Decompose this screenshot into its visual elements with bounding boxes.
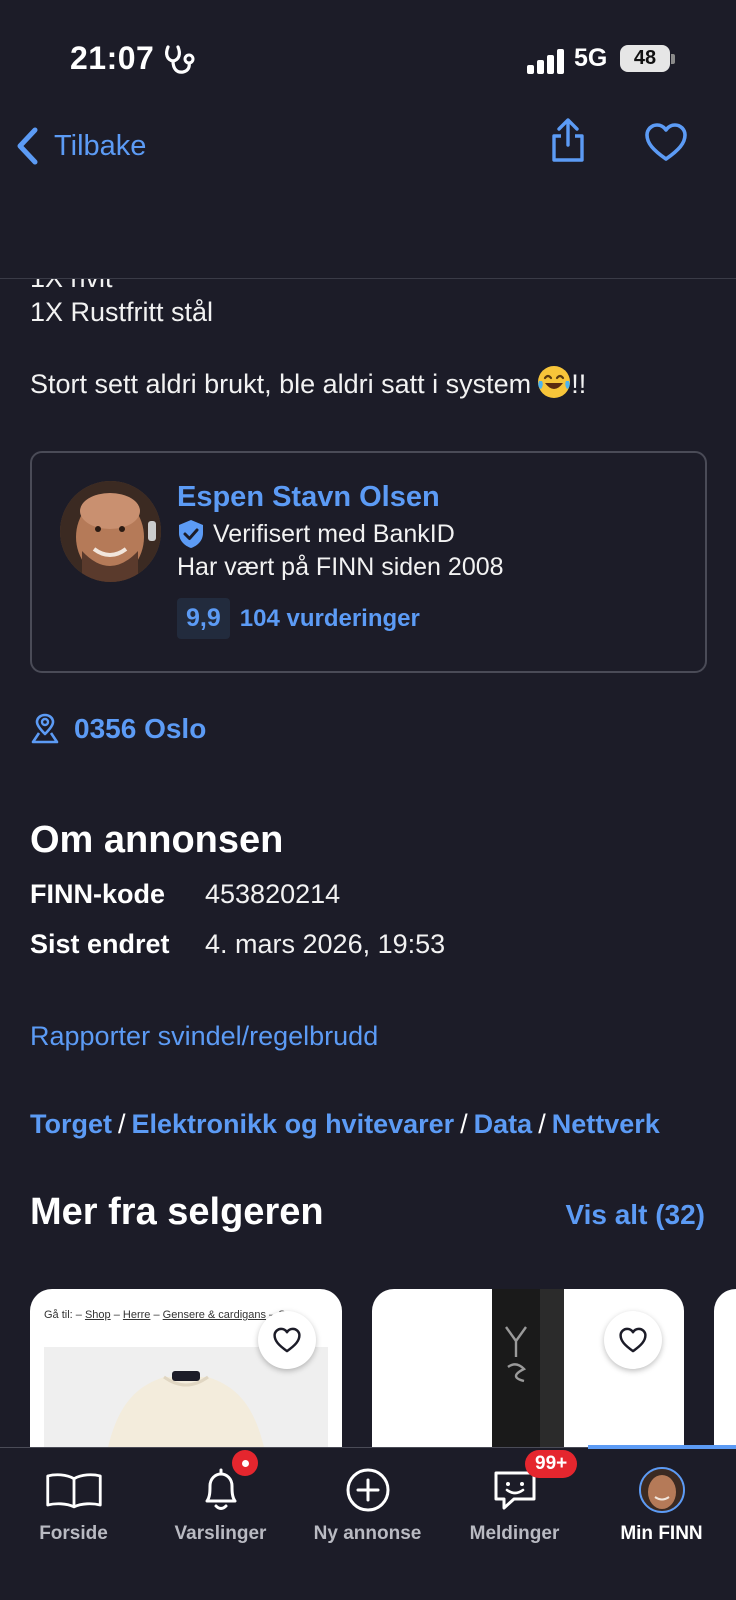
perfume-image [492,1289,564,1447]
seller-name[interactable]: Espen Stavn Olsen [177,481,440,514]
card-favorite-button[interactable] [604,1311,662,1369]
avatar-icon [632,1462,692,1518]
ad-content: 1X hvit 1X Rustfritt stål Stort sett ald… [0,279,736,1447]
stethoscope-icon [165,45,195,74]
tab-min-finn[interactable]: Min FINN [588,1448,735,1558]
share-icon [552,118,584,162]
breadcrumb-item[interactable]: Torget [30,1109,112,1139]
listing-card[interactable]: Gå til: – Shop – Herre – Gensere & cardi… [30,1289,342,1447]
breadcrumb-separator: / [538,1109,546,1139]
last-changed-value: 4. mars 2026, 19:53 [205,929,446,959]
tab-bar: Forside Varslinger Ny annonse 99+ Meldin… [0,1445,736,1600]
listing-card-peek[interactable] [714,1289,736,1447]
breadcrumb-separator: / [118,1109,126,1139]
seller-avatar [60,481,161,582]
see-all-link[interactable]: Vis alt (32) [565,1199,705,1231]
more-from-seller-title: Mer fra selgeren [30,1191,324,1233]
tab-label: Forside [39,1523,108,1544]
tab-label: Ny annonse [313,1523,422,1544]
message-count-badge: 99+ [525,1450,578,1478]
tab-label: Meldinger [469,1523,560,1544]
back-button[interactable]: Tilbake [14,121,146,171]
rating-score: 9,9 [177,598,230,639]
nav-bar: Tilbake [0,115,736,279]
battery-icon: 48 [620,45,670,72]
status-bar: 21:07 5G 48 [0,0,736,115]
member-since: Har vært på FINN siden 2008 [177,553,504,581]
seller-rating[interactable]: 9,9 104 vurderinger [177,598,420,639]
description-suffix: !! [571,369,587,399]
notification-badge [232,1450,258,1476]
battery-tip [671,54,675,64]
map-pin-icon [31,713,59,744]
status-time: 21:07 [70,40,155,76]
tab-label: Varslinger [174,1523,267,1544]
tab-label: Min FINN [620,1523,703,1544]
verified-shield-icon [179,520,203,548]
tab-ny-annonse[interactable]: Ny annonse [294,1448,441,1558]
report-fraud-link[interactable]: Rapporter svindel/regelbrudd [30,1021,378,1052]
finn-code-value: 453820214 [205,879,341,909]
about-title: Om annonsen [30,819,284,861]
back-label: Tilbake [54,129,147,162]
signal-icon [527,48,565,74]
breadcrumb-item[interactable]: Data [474,1109,533,1139]
breadcrumb-separator: / [460,1109,468,1139]
plus-circle-icon [338,1462,398,1518]
share-button[interactable] [548,115,588,170]
laughing-emoji-icon [538,366,571,398]
description-text: Stort sett aldri brukt, ble aldri satt i… [30,369,532,399]
favorite-button[interactable] [643,121,689,168]
last-changed-label: Sist endret [30,929,170,959]
breadcrumb-item[interactable]: Elektronikk og hvitevarer [132,1109,455,1139]
seller-card[interactable]: Espen Stavn Olsen Verifisert med BankID … [30,451,707,673]
location-link[interactable]: 0356 Oslo [30,713,206,745]
description-line: Stort sett aldri brukt, ble aldri satt i… [30,365,586,400]
location-text: 0356 Oslo [74,713,207,744]
tab-varslinger[interactable]: Varslinger [147,1448,294,1558]
tab-forside[interactable]: Forside [0,1448,147,1558]
breadcrumb-item[interactable]: Nettverk [552,1109,660,1139]
tab-meldinger[interactable]: 99+ Meldinger [441,1448,588,1558]
reviews-link[interactable]: 104 vurderinger [240,605,420,633]
listing-card[interactable] [372,1289,684,1447]
breadcrumb: Torget / Elektronikk og hvitevarer / Data / Ne… [30,1109,660,1140]
heart-icon [645,123,687,161]
chevron-left-icon [17,127,38,165]
book-icon [44,1462,104,1518]
heart-icon [273,1327,301,1353]
description-line: 1X hvit [30,279,113,294]
heart-icon [619,1327,647,1353]
finn-code-label: FINN-kode [30,879,165,909]
verified-row: Verifisert med BankID [177,519,455,549]
network-type: 5G [574,44,608,72]
verified-text: Verifisert med BankID [213,519,455,548]
description-line: 1X Rustfritt stål [30,297,214,327]
card-favorite-button[interactable] [258,1311,316,1369]
